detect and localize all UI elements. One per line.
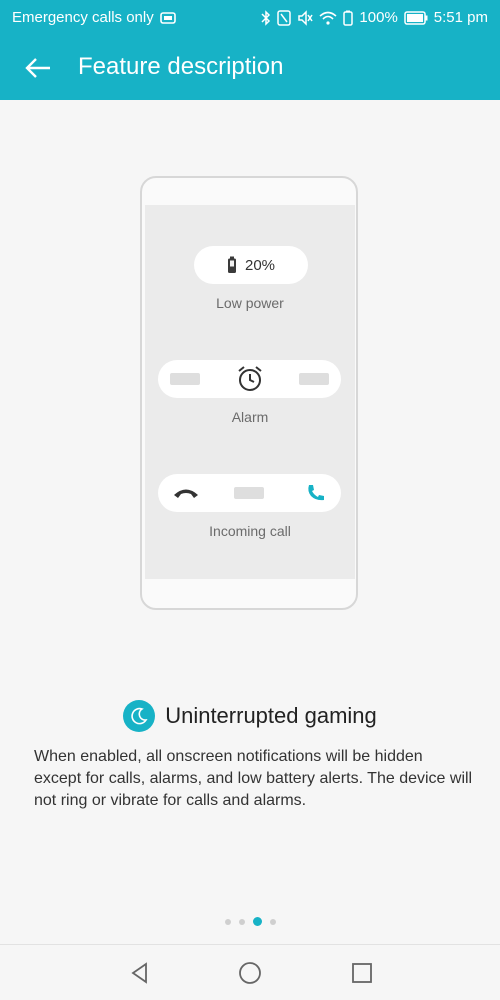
placeholder-bar — [299, 373, 329, 385]
navigation-bar — [0, 944, 500, 1000]
page-dot-active[interactable] — [252, 917, 262, 926]
moon-icon — [123, 700, 156, 732]
battery-low-icon — [227, 256, 236, 273]
wifi-icon — [319, 11, 337, 25]
recents-square-icon — [352, 963, 372, 983]
battery-level: 20% — [244, 256, 276, 274]
mute-icon — [297, 9, 314, 26]
alarm-pill — [158, 360, 341, 398]
alarm-label: Alarm — [231, 409, 269, 425]
battery-percent: 100% — [359, 9, 398, 26]
page-dot[interactable] — [269, 918, 276, 925]
back-triangle-icon — [131, 962, 147, 984]
clock-time: 5:51 pm — [433, 9, 488, 26]
feature-title: Uninterrupted gaming — [165, 703, 377, 728]
app-bar: Feature description — [0, 36, 500, 100]
page-dot[interactable] — [238, 918, 245, 925]
back-arrow-icon — [25, 58, 50, 78]
nav-home-button[interactable] — [236, 959, 264, 987]
page-title: Feature description — [78, 53, 284, 80]
decline-call-icon — [174, 489, 198, 498]
nav-recents-button[interactable] — [348, 959, 376, 987]
page-dot[interactable] — [224, 918, 231, 925]
carrier-text: Emergency calls only — [12, 9, 154, 26]
nav-back-button[interactable] — [126, 959, 154, 987]
nfc-icon — [277, 9, 292, 26]
incoming-call-label: Incoming call — [209, 523, 291, 539]
home-circle-icon — [239, 962, 261, 984]
battery-icon — [404, 10, 428, 25]
bluetooth-icon — [261, 9, 271, 26]
low-power-label: Low power — [216, 295, 284, 311]
incoming-call-pill — [158, 474, 341, 512]
low-power-pill: 20% — [194, 246, 308, 284]
placeholder-bar — [170, 373, 200, 385]
page-indicator — [0, 917, 500, 926]
feature-heading: Uninterrupted gaming — [0, 700, 500, 732]
accept-call-icon — [308, 485, 324, 501]
alarm-clock-icon — [238, 366, 262, 391]
back-button[interactable] — [18, 50, 58, 86]
feature-description: When enabled, all onscreen notifications… — [34, 748, 473, 809]
battery-saver-icon — [343, 10, 354, 26]
status-bar: Emergency calls only 100% 5:51 pm — [0, 0, 500, 36]
placeholder-bar — [234, 487, 264, 499]
sim-icon — [159, 11, 176, 24]
